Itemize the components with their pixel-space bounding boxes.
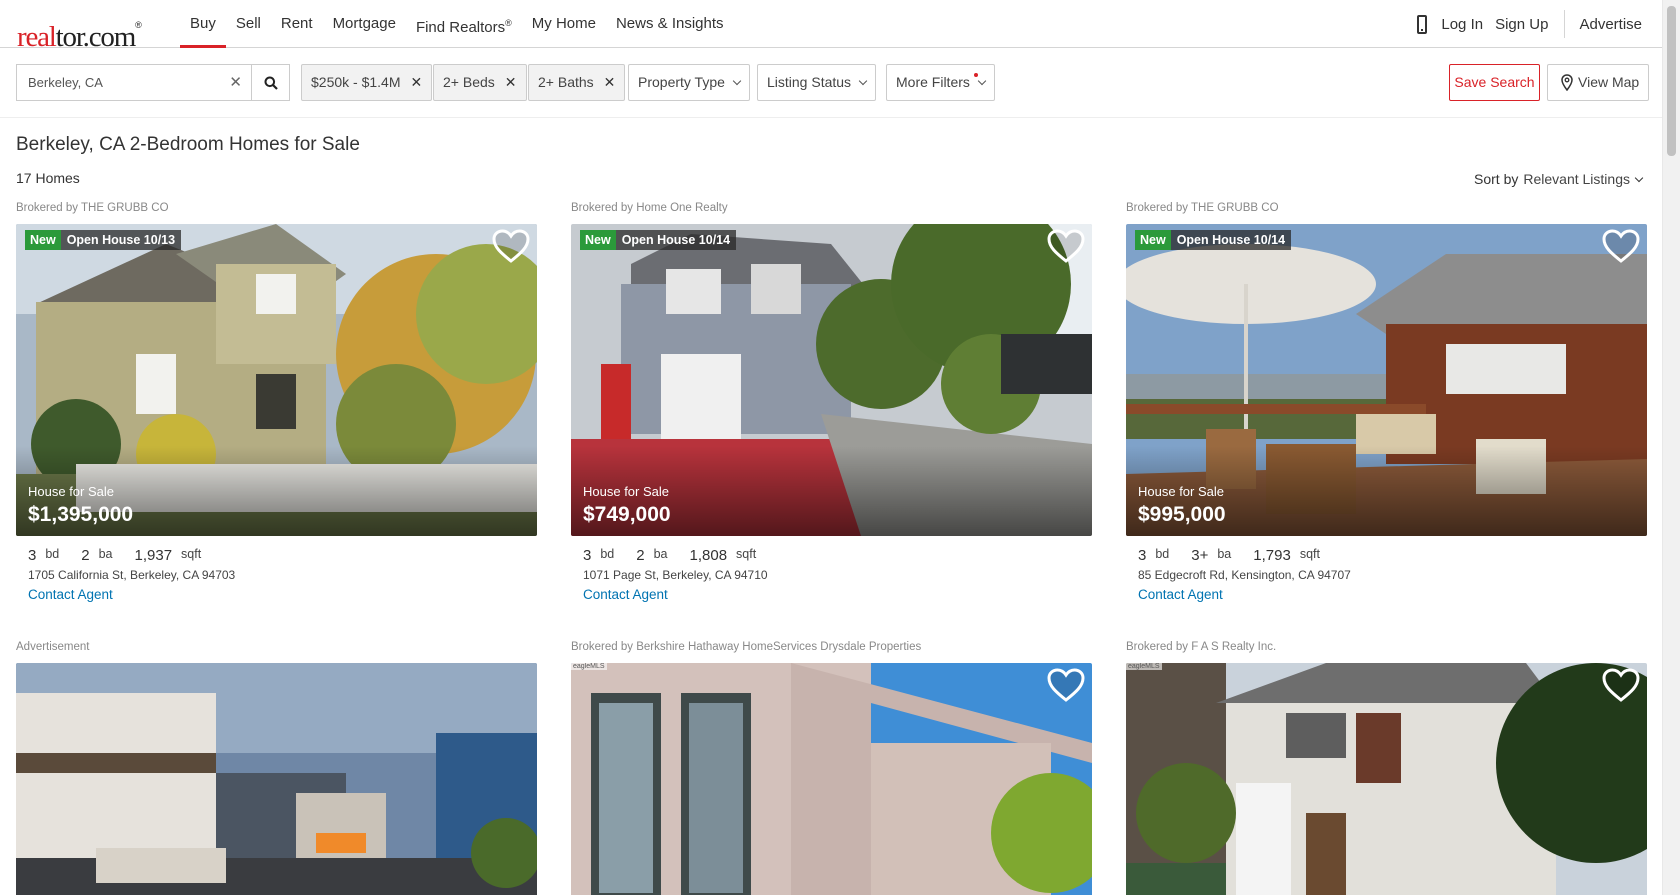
- more-filters-dropdown[interactable]: More Filters: [886, 64, 995, 101]
- listing-stats: 3 bd 3+ ba 1,793 sqft: [1138, 547, 1320, 564]
- advertisement-image[interactable]: [16, 663, 537, 895]
- new-badge: New: [25, 230, 61, 250]
- chevron-down-icon: [858, 76, 868, 86]
- contact-agent-link[interactable]: Contact Agent: [1126, 587, 1647, 602]
- listing-photo[interactable]: New Open House 10/14 House for Sale $749…: [571, 224, 1092, 536]
- property-type-dropdown[interactable]: Property Type: [628, 64, 750, 101]
- property-type-label: House for Sale: [28, 484, 114, 499]
- listing-address[interactable]: 85 Edgecroft Rd, Kensington, CA 94707: [1126, 568, 1647, 582]
- nav-buy[interactable]: Buy: [180, 0, 226, 48]
- listing-card[interactable]: Brokered by THE GRUBB CO New Open House …: [1126, 202, 1647, 602]
- listing-photo[interactable]: New Open House 10/14 House for Sale $995…: [1126, 224, 1647, 536]
- open-house-badge: Open House 10/14: [615, 230, 737, 250]
- scrollbar-thumb[interactable]: [1667, 6, 1676, 156]
- view-map-button[interactable]: View Map: [1547, 64, 1649, 101]
- listing-price: $995,000: [1138, 503, 1226, 526]
- property-type-label: House for Sale: [583, 484, 669, 499]
- listing-photo[interactable]: New Open House 10/13 House for Sale $1,3…: [16, 224, 537, 536]
- phone-icon[interactable]: [1417, 14, 1428, 34]
- new-badge: New: [1135, 230, 1171, 250]
- mls-watermark: eagleMLS: [571, 663, 607, 670]
- heart-icon[interactable]: [1601, 667, 1641, 703]
- listing-address[interactable]: 1071 Page St, Berkeley, CA 94710: [571, 568, 1092, 582]
- price-filter-chip[interactable]: $250k - $1.4M ✕: [301, 64, 433, 101]
- listing-badges: New Open House 10/14: [580, 230, 737, 250]
- listing-badges: New Open House 10/13: [25, 230, 182, 250]
- advertisement-card[interactable]: Advertisement: [16, 641, 537, 895]
- baths-filter-chip[interactable]: 2+ Baths ✕: [528, 64, 626, 101]
- header-divider: [1564, 10, 1566, 38]
- map-pin-icon: [1561, 74, 1573, 91]
- house-photo: [571, 663, 1092, 895]
- nav-news-insights[interactable]: News & Insights: [606, 0, 734, 48]
- remove-beds-icon[interactable]: ✕: [505, 74, 517, 90]
- listing-stats: 3 bd 2 ba 1,808 sqft: [583, 547, 757, 564]
- listing-address[interactable]: 1705 California St, Berkeley, CA 94703: [16, 568, 537, 582]
- listing-card[interactable]: Brokered by Berkshire Hathaway HomeServi…: [571, 641, 1092, 895]
- header-right: Log In Sign Up Advertise: [1417, 0, 1654, 48]
- advertise-link[interactable]: Advertise: [1579, 16, 1642, 33]
- page-title: Berkeley, CA 2-Bedroom Homes for Sale: [16, 134, 360, 155]
- mls-watermark: eagleMLS: [1126, 663, 1162, 670]
- nav-rent[interactable]: Rent: [271, 0, 323, 48]
- signup-link[interactable]: Sign Up: [1495, 16, 1548, 33]
- nav-mortgage[interactable]: Mortgage: [323, 0, 406, 48]
- remove-price-icon[interactable]: ✕: [411, 74, 423, 90]
- broker-label: Brokered by Home One Realty: [571, 202, 728, 214]
- broker-label: Brokered by THE GRUBB CO: [16, 202, 169, 214]
- location-search-input[interactable]: Berkeley, CA ✕: [16, 64, 252, 101]
- save-search-button[interactable]: Save Search: [1449, 64, 1540, 101]
- nav-find-realtors[interactable]: Find Realtors®: [406, 0, 522, 48]
- broker-label: Brokered by F A S Realty Inc.: [1126, 641, 1277, 653]
- nav-my-home[interactable]: My Home: [522, 0, 606, 48]
- remove-baths-icon[interactable]: ✕: [604, 74, 616, 90]
- listing-badges: New Open House 10/14: [1135, 230, 1292, 250]
- search-icon: [264, 76, 278, 90]
- open-house-badge: Open House 10/14: [1170, 230, 1292, 250]
- heart-icon[interactable]: [491, 228, 531, 264]
- ad-photo: [16, 663, 537, 895]
- heart-icon[interactable]: [1046, 228, 1086, 264]
- broker-label: Brokered by Berkshire Hathaway HomeServi…: [571, 641, 922, 653]
- results-count: 17 Homes: [16, 170, 80, 186]
- filter-bar: Berkeley, CA ✕ $250k - $1.4M ✕ 2+ Beds ✕ 2…: [0, 48, 1662, 118]
- new-badge: New: [580, 230, 616, 250]
- listing-price: $1,395,000: [28, 503, 134, 526]
- house-photo: [1126, 663, 1647, 895]
- page-scrollbar[interactable]: [1662, 0, 1680, 895]
- chevron-down-icon: [1634, 173, 1644, 183]
- listing-price: $749,000: [583, 503, 671, 526]
- listing-card[interactable]: Brokered by THE GRUBB CO New Open House …: [16, 202, 537, 602]
- nav-sell[interactable]: Sell: [226, 0, 271, 48]
- listing-photo[interactable]: eagleMLS: [571, 663, 1092, 895]
- contact-agent-link[interactable]: Contact Agent: [16, 587, 537, 602]
- sort-dropdown[interactable]: Sort by Relevant Listings: [1474, 171, 1644, 187]
- chevron-down-icon: [977, 76, 987, 86]
- listing-card[interactable]: Brokered by Home One Realty New Open Hou…: [571, 202, 1092, 602]
- chevron-down-icon: [732, 76, 742, 86]
- beds-filter-chip[interactable]: 2+ Beds ✕: [433, 64, 527, 101]
- listing-status-dropdown[interactable]: Listing Status: [757, 64, 877, 101]
- main-nav: Buy Sell Rent Mortgage Find Realtors® My…: [180, 0, 734, 48]
- listing-photo[interactable]: eagleMLS: [1126, 663, 1647, 895]
- property-type-label: House for Sale: [1138, 484, 1224, 499]
- clear-search-icon[interactable]: ✕: [229, 73, 242, 91]
- contact-agent-link[interactable]: Contact Agent: [571, 587, 1092, 602]
- broker-label: Brokered by THE GRUBB CO: [1126, 202, 1279, 214]
- filters-indicator-dot: [974, 73, 978, 77]
- heart-icon[interactable]: [1046, 667, 1086, 703]
- open-house-badge: Open House 10/13: [60, 230, 182, 250]
- advertisement-label: Advertisement: [16, 641, 90, 653]
- site-header: realtor.com® Buy Sell Rent Mortgage Find…: [0, 0, 1662, 53]
- listing-stats: 3 bd 2 ba 1,937 sqft: [28, 547, 202, 564]
- listing-card[interactable]: Brokered by F A S Realty Inc. eagleMLS: [1126, 641, 1647, 895]
- login-link[interactable]: Log In: [1441, 16, 1483, 33]
- search-button[interactable]: [251, 64, 290, 101]
- heart-icon[interactable]: [1601, 228, 1641, 264]
